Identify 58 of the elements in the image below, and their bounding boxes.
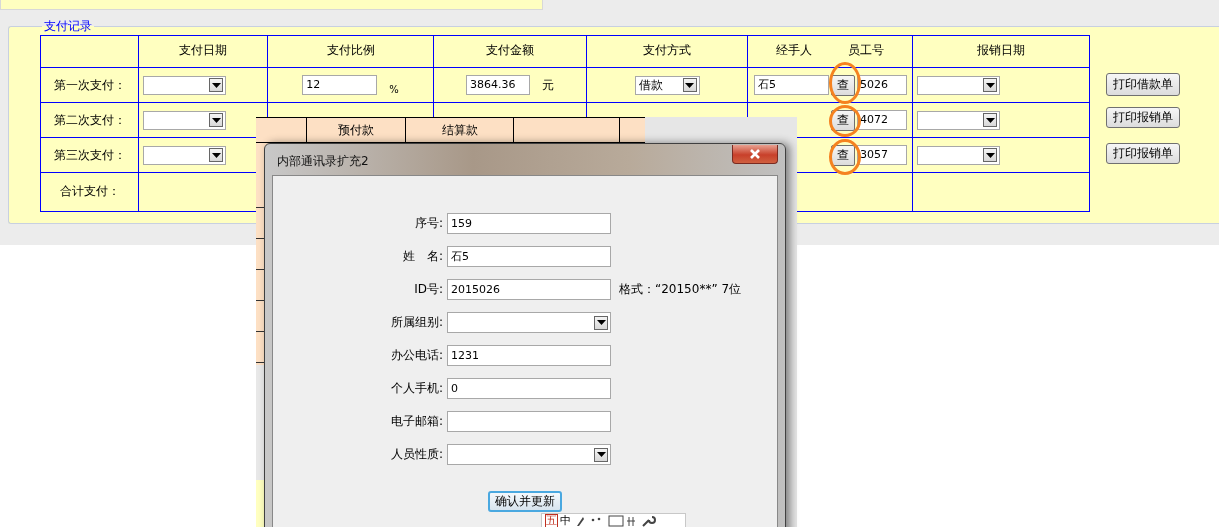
dropdown-field[interactable] <box>447 444 611 465</box>
lookup-button[interactable]: 查 <box>831 109 855 131</box>
employee-id-field[interactable]: 3057 <box>857 145 907 165</box>
column-header: 支付日期 <box>138 35 268 68</box>
row-label: 合计支付： <box>59 184 120 198</box>
row-label: 第一次支付： <box>53 77 126 92</box>
input-field[interactable] <box>447 411 611 432</box>
column-header: 支付比例 <box>267 35 434 68</box>
lookup-button[interactable]: 查 <box>831 144 855 166</box>
input-field[interactable]: 石5 <box>447 246 611 267</box>
field-label: 人员性质: <box>389 446 443 463</box>
print-button[interactable]: 打印借款单 <box>1106 73 1180 96</box>
close-button[interactable] <box>732 145 778 164</box>
ime-button[interactable]: 五 <box>545 514 558 527</box>
field-label: 办公电话: <box>389 347 443 364</box>
confirm-button[interactable]: 确认并更新 <box>488 491 562 512</box>
group-title: 支付记录 <box>43 18 93 35</box>
employee-id-field[interactable]: 4072 <box>857 110 907 130</box>
date-dropdown[interactable] <box>143 75 226 95</box>
column-header: 支付金额 <box>433 35 587 68</box>
date-dropdown[interactable] <box>917 75 1000 95</box>
print-button[interactable]: 打印报销单 <box>1106 143 1180 164</box>
row-label: 第三次支付： <box>53 147 126 162</box>
field-label: 个人手机: <box>389 380 443 397</box>
field-label: 电子邮箱: <box>389 413 443 430</box>
input-field[interactable]: 0 <box>447 378 611 399</box>
amount-field[interactable]: 3864.36 <box>466 75 530 95</box>
window-title: 内部通讯录扩充2 <box>277 153 369 170</box>
field-label: 序号: <box>413 215 443 232</box>
column-header: 报销日期 <box>912 35 1090 68</box>
column-header: 结算款 <box>406 118 514 142</box>
method-dropdown[interactable]: 借款 <box>634 75 700 95</box>
row-label: 第二次支付： <box>53 112 126 127</box>
date-dropdown[interactable] <box>917 145 1000 165</box>
ratio-field[interactable]: 12 <box>302 75 378 95</box>
ime-button[interactable]: 中 <box>560 515 571 527</box>
format-hint: 格式：“20150**” 7位 <box>618 281 743 298</box>
date-dropdown[interactable] <box>917 110 1000 130</box>
employee-id-field[interactable]: 5026 <box>857 75 907 95</box>
unit-label: 元 <box>542 76 554 94</box>
column-header: 预付款 <box>307 118 406 142</box>
input-field[interactable]: 2015026 <box>447 279 611 300</box>
print-button[interactable]: 打印报销单 <box>1106 107 1180 128</box>
field-label: 所属组别: <box>389 314 443 331</box>
column-header: 经手人 <box>776 43 812 57</box>
column-header: 支付方式 <box>586 35 748 68</box>
field-label: 姓 名: <box>401 248 443 265</box>
field-label: ID号: <box>413 281 443 298</box>
lookup-button[interactable]: 查 <box>831 74 855 96</box>
unit-label: % <box>389 83 399 95</box>
date-dropdown[interactable] <box>143 110 226 130</box>
dropdown-field[interactable] <box>447 312 611 333</box>
close-icon <box>749 149 761 159</box>
column-header: 员工号 <box>848 43 884 57</box>
input-field[interactable]: 159 <box>447 213 611 234</box>
handler-field[interactable]: 石5 <box>754 75 829 95</box>
date-dropdown[interactable] <box>143 145 226 165</box>
input-field[interactable]: 1231 <box>447 345 611 366</box>
